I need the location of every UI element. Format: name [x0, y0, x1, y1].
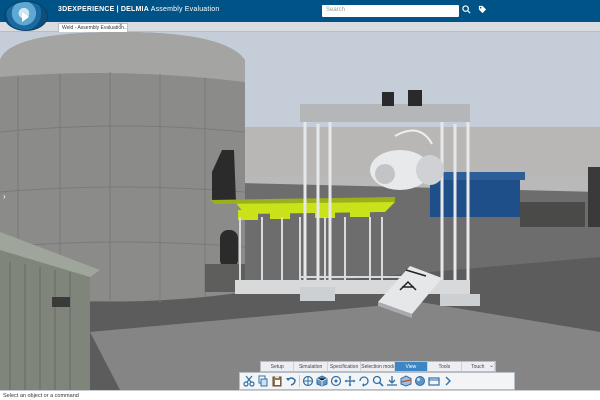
normal-view-icon[interactable]	[386, 375, 398, 387]
hoist-right	[408, 90, 422, 106]
compass-icon[interactable]	[302, 375, 314, 387]
scissors-icon[interactable]	[243, 375, 255, 387]
tab-strip: Weld - Assembly Evaluation...	[0, 22, 600, 32]
toolbar-separator	[299, 375, 300, 387]
3d-scene	[0, 32, 600, 390]
top-bar: 3DEXPERIENCE | DELMIA Assembly Evaluatio…	[0, 0, 600, 22]
fit-all-icon[interactable]	[330, 375, 342, 387]
brand-name: 3DEXPERIENCE | DELMIA	[58, 6, 149, 13]
app-name: Assembly Evaluation	[148, 6, 220, 13]
compass-icon[interactable]	[4, 1, 48, 31]
tab-selection-mode[interactable]: Selection mode	[361, 362, 395, 371]
edge-structure	[588, 167, 600, 227]
camera-icon[interactable]	[428, 375, 440, 387]
copy-icon[interactable]	[257, 375, 269, 387]
tab-simulation[interactable]: Simulation	[294, 362, 328, 371]
clipping-icon[interactable]	[400, 375, 412, 387]
search-input[interactable]: Search	[322, 5, 459, 17]
gantry-beam	[300, 104, 470, 122]
render-style-icon[interactable]	[414, 375, 426, 387]
cube-view-icon[interactable]	[316, 375, 328, 387]
collapse-icon[interactable]: ⌄	[487, 362, 496, 371]
action-bar: Setup Simulation Specification Selection…	[260, 361, 496, 372]
tab-tools[interactable]: Tools	[428, 362, 462, 371]
tab-setup[interactable]: Setup	[261, 362, 295, 371]
3d-viewport[interactable]: ›	[0, 32, 600, 390]
tab-view[interactable]: View	[394, 362, 429, 371]
close-icon[interactable]: ×	[119, 23, 123, 29]
command-toolbar	[239, 372, 515, 390]
zoom-icon[interactable]	[372, 375, 384, 387]
low-wall	[520, 202, 585, 227]
status-text: Select an object or a command	[3, 393, 79, 399]
shed-vent	[52, 297, 70, 307]
side-panel-arrow-icon[interactable]: ›	[3, 192, 6, 201]
rotate-icon[interactable]	[358, 375, 370, 387]
paste-icon[interactable]	[271, 375, 283, 387]
lower-door	[220, 230, 238, 268]
pan-icon[interactable]	[344, 375, 356, 387]
undo-icon[interactable]	[285, 375, 297, 387]
tab-assembly-evaluation[interactable]: Weld - Assembly Evaluation...	[58, 23, 128, 32]
app-title: 3DEXPERIENCE | DELMIA Assembly Evaluatio…	[58, 6, 220, 13]
tag-icon[interactable]	[478, 5, 487, 14]
more-icon[interactable]	[442, 375, 454, 387]
tab-specification[interactable]: Specification	[328, 362, 362, 371]
status-bar: Select an object or a command	[0, 390, 600, 400]
search-icon[interactable]	[462, 5, 471, 14]
hoist-left	[382, 92, 394, 106]
